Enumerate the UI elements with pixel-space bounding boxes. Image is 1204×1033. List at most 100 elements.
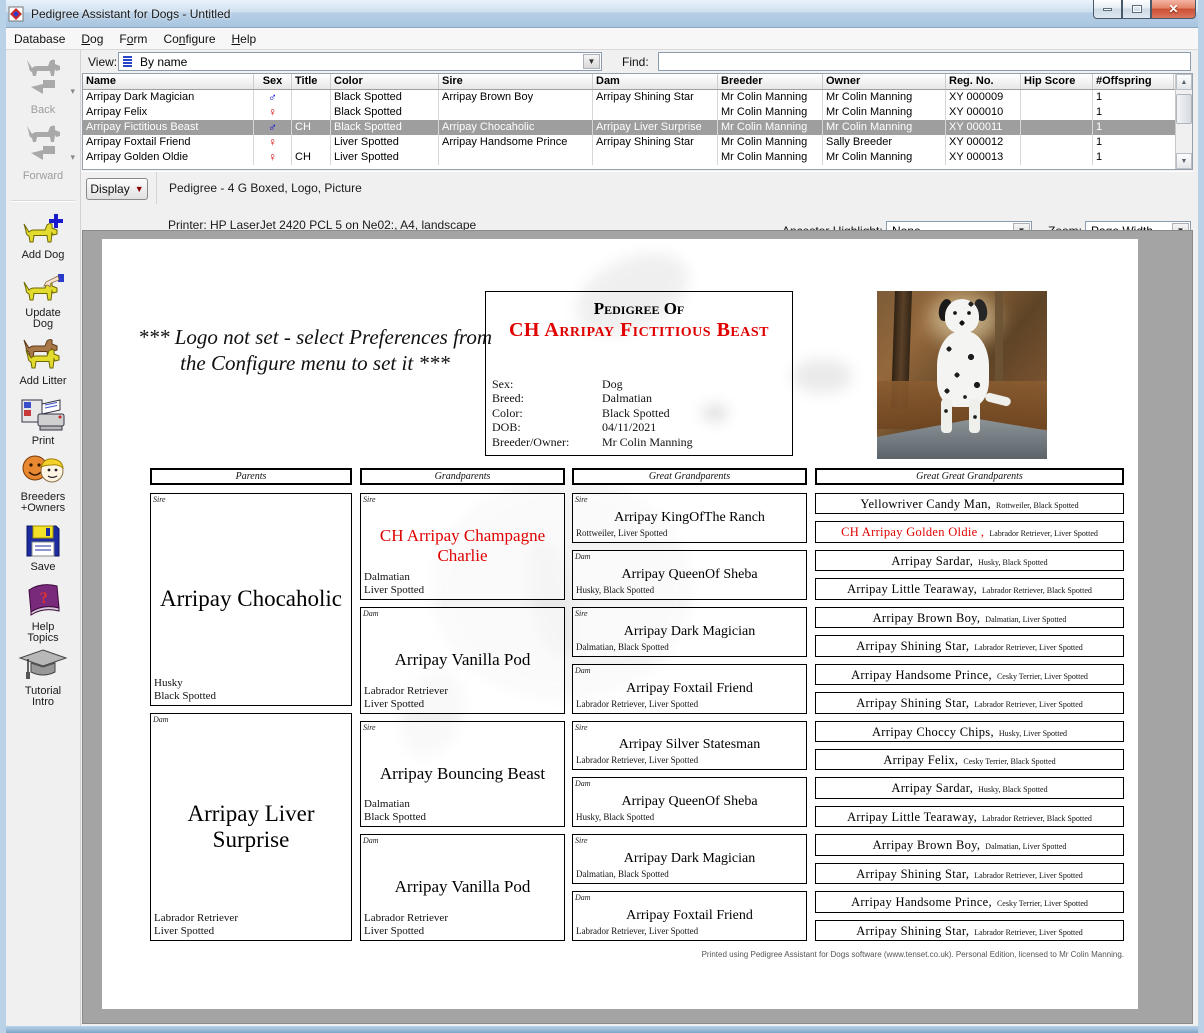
back-dropdown-icon[interactable]: ▾ [70, 86, 75, 97]
list-view-icon [123, 56, 132, 67]
maximize-icon [1131, 5, 1142, 13]
forward-dropdown-icon[interactable]: ▾ [70, 152, 75, 163]
ancestor-box[interactable]: Sire CH Arripay Champagne Charlie Dalmat… [360, 493, 565, 600]
ancestor-box[interactable]: Arripay Brown Boy, Dalmatian, Liver Spot… [815, 606, 1124, 629]
print-footer: Printed using Pedigree Assistant for Dog… [701, 950, 1124, 959]
ancestor-box[interactable]: Arripay Choccy Chips, Husky, Liver Spott… [815, 720, 1124, 742]
ancestor-box[interactable]: Sire Arripay Chocaholic Husky Black Spott… [150, 493, 352, 706]
scroll-up-icon[interactable]: ▲ [1176, 74, 1192, 90]
breeders-owners-button[interactable]: Breeders +Owners [7, 452, 79, 522]
tutorial-intro-button[interactable]: Tutorial Intro [7, 646, 79, 710]
ancestor-box[interactable]: Arripay Handsome Prince, Cesky Terrier, … [815, 891, 1124, 913]
view-dropdown-icon[interactable]: ▼ [583, 54, 600, 69]
save-button[interactable]: Save [7, 522, 79, 580]
display-button[interactable]: Display ▼ [86, 178, 148, 200]
ancestor-box[interactable]: Arripay Shining Star, Labrador Retriever… [815, 919, 1124, 941]
scroll-thumb[interactable] [1176, 94, 1192, 124]
forward-button[interactable]: ▾ Forward [7, 122, 79, 192]
add-litter-icon [23, 339, 60, 369]
grid-column-header[interactable]: Dam [593, 74, 718, 89]
add-litter-button[interactable]: Add Litter [7, 334, 79, 396]
maximize-button[interactable] [1122, 0, 1151, 19]
grid-body: Arripay Dark Magician ♂ Black Spotted Ar… [83, 90, 1192, 165]
scroll-down-icon[interactable]: ▼ [1176, 153, 1192, 169]
great-grandparents-header: Great Grandparents [572, 468, 807, 485]
dog-row[interactable]: Arripay Felix ♀ Black Spotted Mr Colin M… [83, 105, 1192, 120]
ancestor-breed-color: Labrador Retriever, Liver Spotted [974, 870, 1083, 880]
great-grandparents-column: Sire Arripay KingOfThe Ranch Rottweiler,… [572, 493, 807, 941]
ancestor-box[interactable]: Arripay Little Tearaway, Labrador Retrie… [815, 805, 1124, 828]
grid-column-header[interactable]: Sex [254, 74, 292, 89]
ancestor-box[interactable]: Sire Arripay Silver Statesman Labrador R… [572, 720, 807, 771]
dog-row[interactable]: Arripay Dark Magician ♂ Black Spotted Ar… [83, 90, 1192, 105]
ancestor-name: Arripay Dark Magician [623, 851, 756, 867]
ancestor-box[interactable]: Arripay Handsome Prince, Cesky Terrier, … [815, 663, 1124, 686]
ancestor-box[interactable]: Dam Arripay Vanilla Pod Labrador Retriev… [360, 606, 565, 714]
ancestor-box[interactable]: Dam Arripay Foxtail Friend Labrador Retr… [572, 663, 807, 714]
ancestor-name: Arripay Brown Boy, [872, 610, 981, 625]
grid-column-header[interactable]: Sire [439, 74, 593, 89]
help-topics-button[interactable]: ? Help Topics [7, 580, 79, 646]
menu-item[interactable]: Database [6, 29, 73, 49]
ancestor-box[interactable]: Arripay Little Tearaway, Labrador Retrie… [815, 578, 1124, 600]
view-value: By name [140, 54, 188, 69]
print-button[interactable]: Print [7, 396, 79, 452]
back-button[interactable]: ▾ Back [7, 56, 79, 122]
ancestor-box[interactable]: Sire Arripay KingOfThe Ranch Rottweiler,… [572, 493, 807, 543]
ancestor-breed-color: Labrador Retriever, Liver Spotted [974, 927, 1083, 937]
ancestor-box[interactable]: Arripay Shining Star, Labrador Retriever… [815, 692, 1124, 714]
ancestor-box[interactable]: Sire Arripay Dark Magician Dalmatian, Bl… [572, 834, 807, 885]
grid-column-header[interactable]: #Offspring [1093, 74, 1174, 89]
ancestor-name: Arripay Shining Star, [856, 639, 970, 654]
ancestor-box[interactable]: Dam Arripay Foxtail Friend Labrador Retr… [572, 891, 807, 941]
ancestor-box[interactable]: Arripay Sardar, Husky, Black Spotted [815, 777, 1124, 799]
find-input[interactable] [658, 52, 1191, 71]
close-button[interactable]: ✕ [1151, 0, 1196, 19]
grid-column-header[interactable]: Owner [823, 74, 946, 89]
ancestor-breed-color: Rottweiler, Liver Spotted [576, 527, 668, 538]
window-title: Pedigree Assistant for Dogs - Untitled [31, 6, 231, 21]
menu-item[interactable]: Dog [73, 29, 111, 49]
grid-scrollbar[interactable]: ▲ ▼ [1175, 74, 1192, 169]
menu-item[interactable]: Configure [155, 29, 223, 49]
grid-column-header[interactable]: Hip Score [1021, 74, 1093, 89]
minimize-button[interactable] [1093, 0, 1122, 19]
grid-column-header[interactable]: Name [83, 74, 254, 89]
view-combobox[interactable]: By name ▼ [118, 52, 602, 71]
display-bar: Display ▼ Pedigree - 4 G Boxed, Logo, Pi… [82, 171, 1193, 241]
ancestor-box[interactable]: Arripay Felix, Cesky Terrier, Black Spot… [815, 748, 1124, 771]
ancestor-box[interactable]: Sire Arripay Bouncing Beast Dalmatian Bla… [360, 720, 565, 828]
dog-row[interactable]: Arripay Golden Oldie ♀ CH Liver Spotted … [83, 150, 1192, 165]
ancestor-name: Arripay Choccy Chips, [871, 724, 994, 739]
ancestor-box[interactable]: Arripay Sardar, Husky, Black Spotted [815, 549, 1124, 572]
pedigree-detail-fields: Sex: Dog Breed: Dalmatian Color: Black Spot… [492, 376, 693, 449]
ancestor-box[interactable]: Yellowriver Candy Man, Rottweiler, Black… [815, 493, 1124, 515]
ancestor-box[interactable]: Dam Arripay QueenOf Sheba Husky, Black S… [572, 549, 807, 600]
menu-item[interactable]: Help [224, 29, 265, 49]
update-dog-button[interactable]: Update Dog [7, 268, 79, 334]
ancestor-box[interactable]: CH Arripay Golden Oldie , Labrador Retri… [815, 521, 1124, 543]
ancestor-box[interactable]: Dam Arripay Liver Surprise Labrador Retr… [150, 713, 352, 941]
great-great-grandparents-column: Yellowriver Candy Man, Rottweiler, Black… [815, 493, 1124, 941]
ancestor-box[interactable]: Arripay Shining Star, Labrador Retriever… [815, 862, 1124, 885]
app-window: Pedigree Assistant for Dogs - Untitled ✕… [0, 0, 1204, 1033]
ancestor-box[interactable]: Sire Arripay Dark Magician Dalmatian, Bl… [572, 606, 807, 657]
grid-column-header[interactable]: Breeder [718, 74, 823, 89]
ancestor-box[interactable]: Dam Arripay QueenOf Sheba Husky, Black S… [572, 777, 807, 828]
ancestor-box[interactable]: Arripay Shining Star, Labrador Retriever… [815, 635, 1124, 657]
grid-column-header[interactable]: Color [331, 74, 439, 89]
ancestor-breed-color: Dalmatian Liver Spotted [364, 570, 425, 596]
dog-row[interactable]: Arripay Foxtail Friend ♀ Liver Spotted A… [83, 135, 1192, 150]
sex-icon: ♀ [268, 105, 277, 119]
display-dropdown-icon: ▼ [134, 184, 144, 194]
ancestor-breed-color: Dalmatian, Black Spotted [576, 641, 669, 652]
ancestor-name: Arripay QueenOf Sheba [621, 566, 758, 582]
add-dog-button[interactable]: Add Dog [7, 212, 79, 268]
ancestor-box[interactable]: Arripay Brown Boy, Dalmatian, Liver Spot… [815, 834, 1124, 856]
menu-item[interactable]: Form [111, 29, 155, 49]
ancestor-box[interactable]: Dam Arripay Vanilla Pod Labrador Retriev… [360, 834, 565, 941]
dog-row[interactable]: Arripay Fictitious Beast ♂ CH Black Spot… [83, 120, 1192, 135]
ancestor-breed-color: Labrador Retriever Liver Spotted [154, 912, 238, 937]
grid-column-header[interactable]: Title [292, 74, 331, 89]
grid-column-header[interactable]: Reg. No. [946, 74, 1021, 89]
